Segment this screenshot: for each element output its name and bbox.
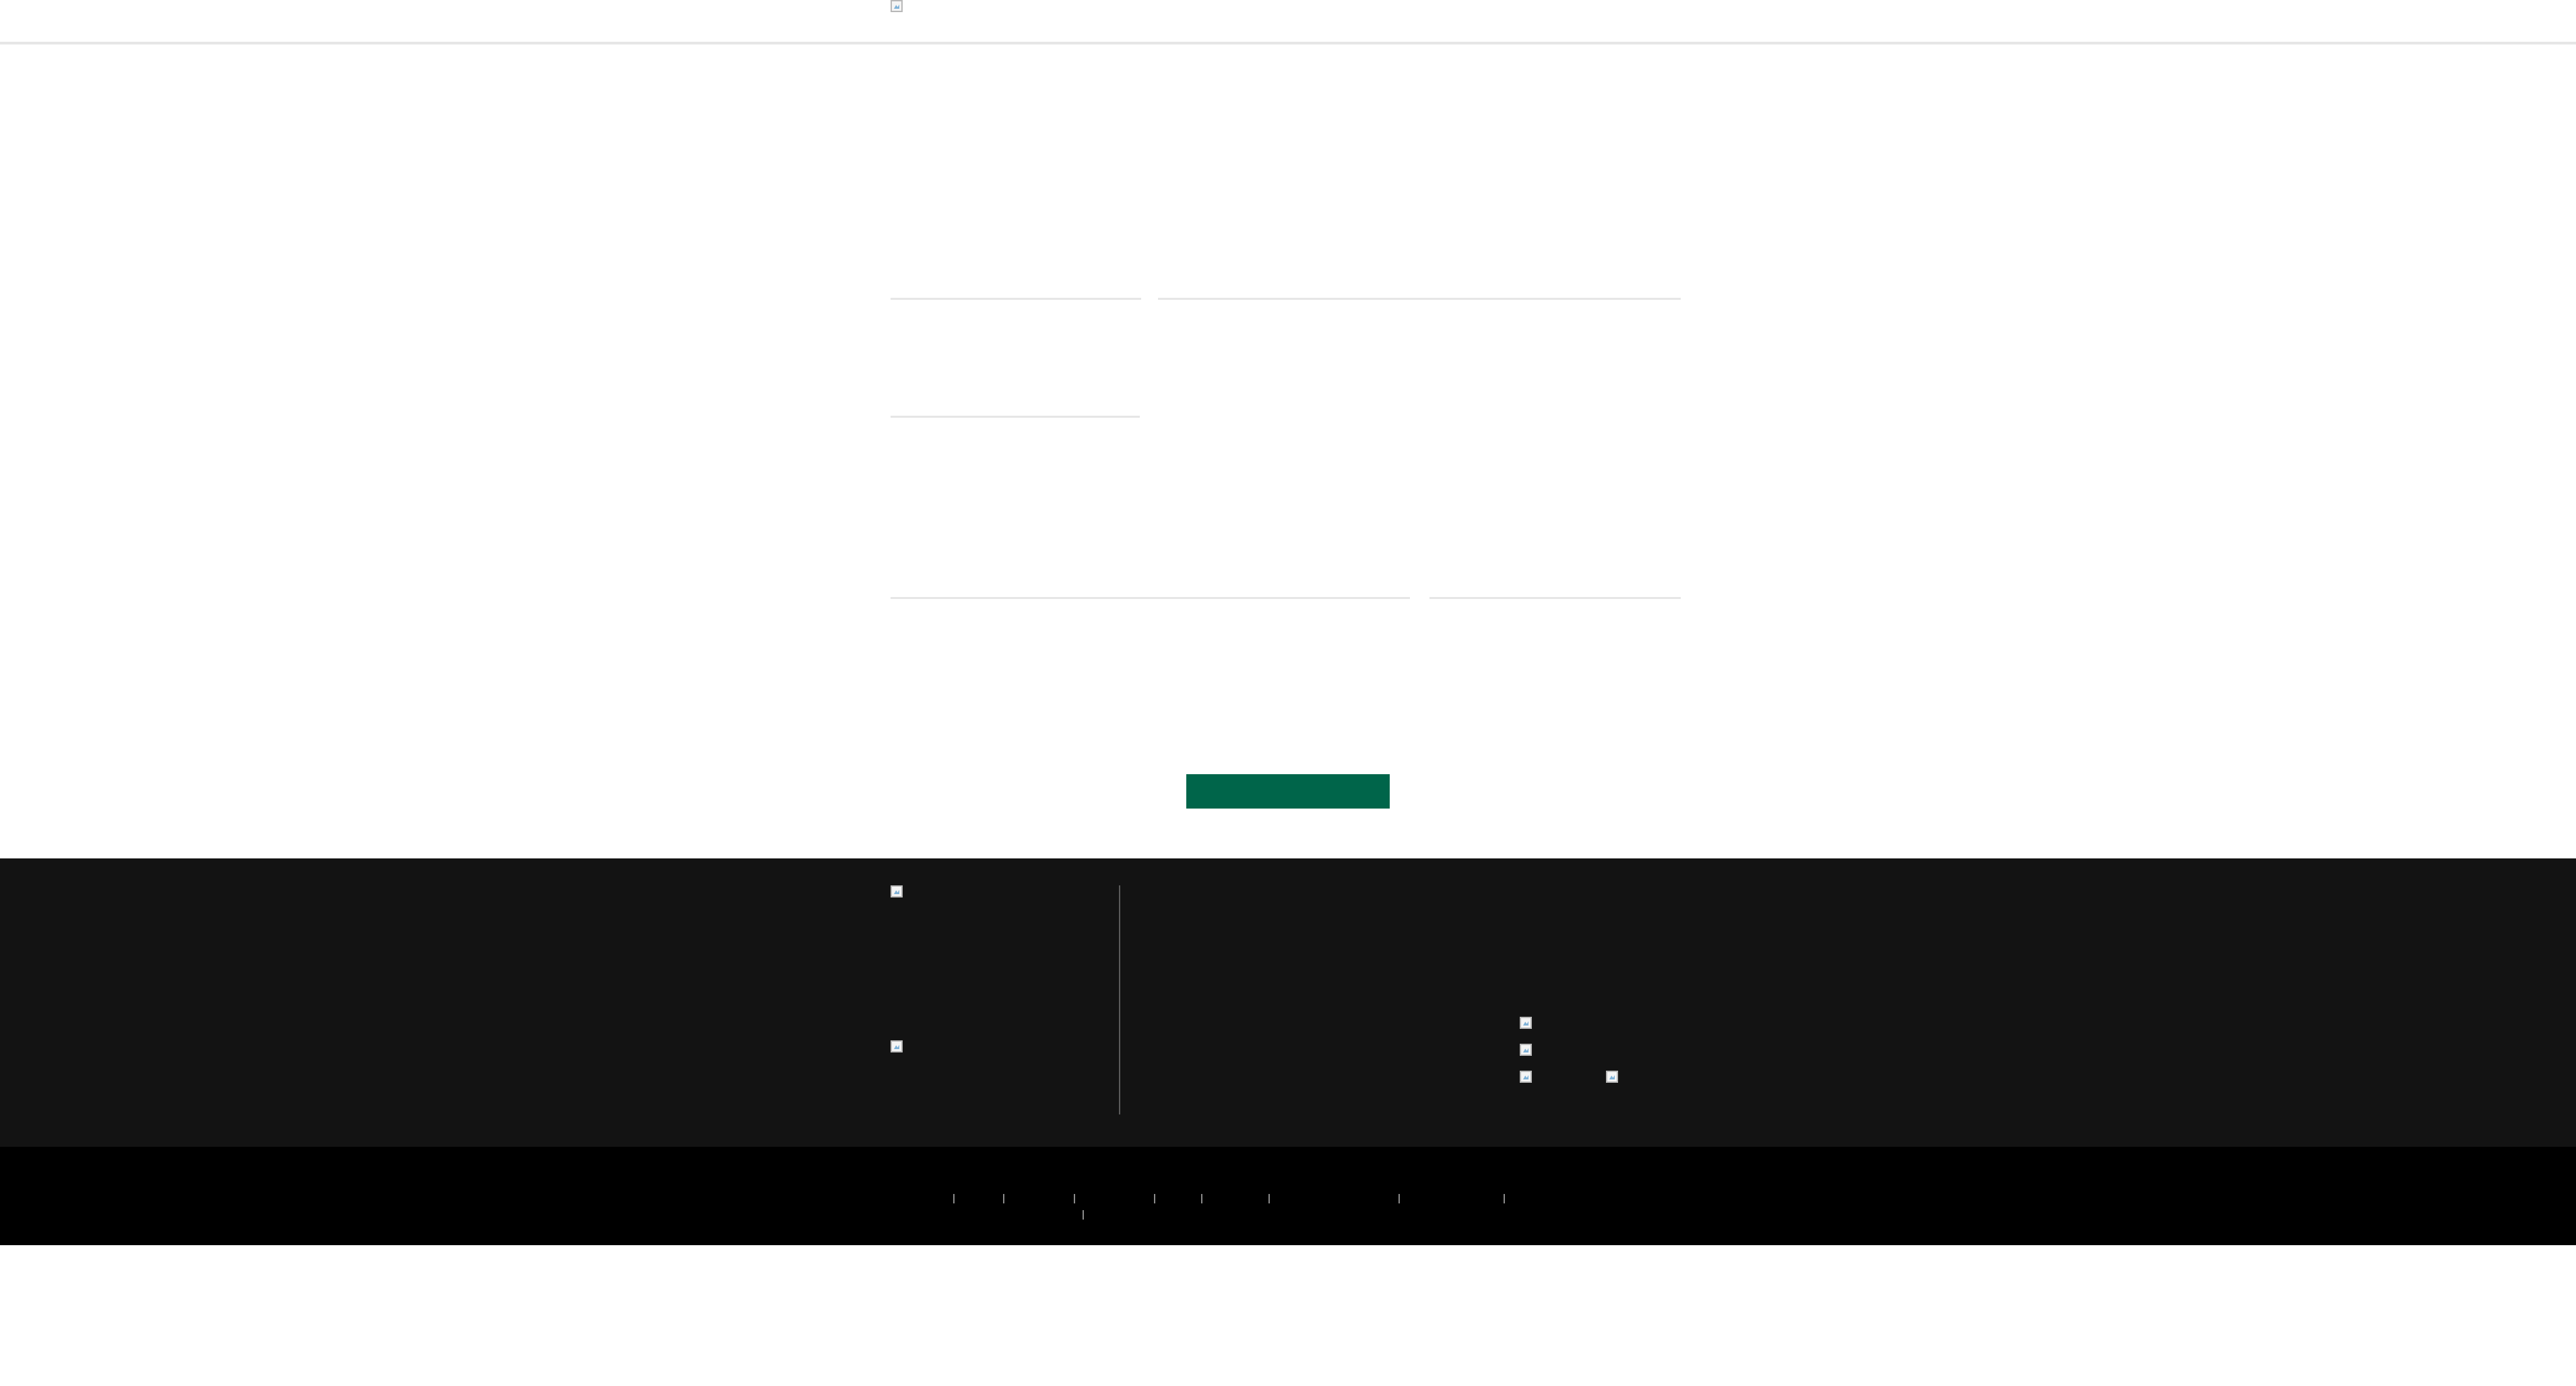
legal-link-separator — [1398, 1194, 1400, 1203]
legal-link-separator — [1504, 1194, 1505, 1203]
zip-code-field[interactable] — [891, 416, 1140, 418]
app-badge-4-broken-image-icon[interactable] — [1606, 1071, 1618, 1083]
footer-logo-broken-image-icon[interactable] — [891, 885, 903, 897]
legal-link-separator — [1074, 1194, 1075, 1203]
legal-link-separator — [1083, 1210, 1084, 1220]
email-field[interactable] — [891, 597, 1410, 599]
first-name-field[interactable] — [891, 298, 1141, 300]
footer-secondary-logo-broken-image-icon[interactable] — [891, 1040, 903, 1052]
app-badge-1-broken-image-icon[interactable] — [1520, 1017, 1532, 1029]
legal-link-separator — [1154, 1194, 1155, 1203]
legal-link-separator — [1268, 1194, 1270, 1203]
submit-button[interactable] — [1186, 774, 1390, 809]
legal-link-separator — [953, 1194, 955, 1203]
app-badge-3-broken-image-icon[interactable] — [1520, 1071, 1532, 1083]
site-logo-broken-image-icon[interactable] — [891, 0, 903, 12]
footer-main — [0, 858, 2576, 1147]
site-header — [0, 0, 2576, 44]
phone-field[interactable] — [1429, 597, 1681, 599]
footer-divider — [1119, 885, 1120, 1114]
last-name-field[interactable] — [1158, 298, 1681, 300]
legal-link-separator — [1201, 1194, 1202, 1203]
legal-bar — [0, 1147, 2576, 1245]
app-badge-2-broken-image-icon[interactable] — [1520, 1044, 1532, 1056]
legal-link-separator — [1003, 1194, 1004, 1203]
